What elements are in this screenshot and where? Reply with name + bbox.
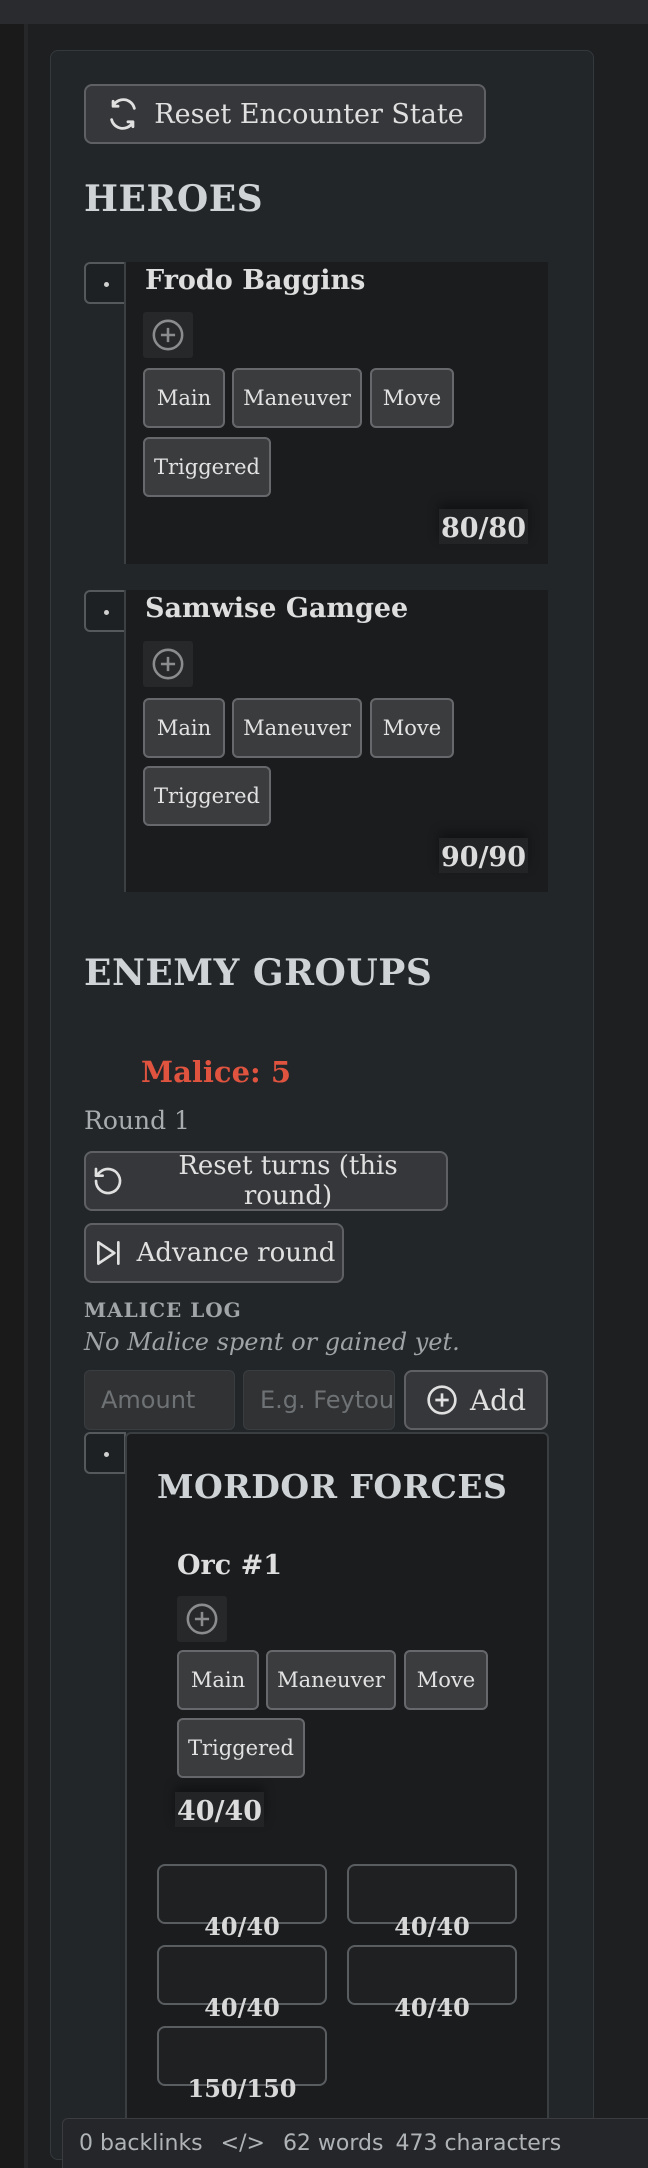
move-action-button[interactable]: Move: [370, 698, 454, 758]
maneuver-action-button[interactable]: Maneuver: [232, 698, 362, 758]
add-malice-label: Add: [469, 1383, 527, 1417]
creature-stamina: 40/40: [175, 1792, 265, 1827]
advance-round-button[interactable]: Advance round: [84, 1223, 344, 1283]
heroes-heading: HEROES: [84, 178, 264, 220]
minion-stamina: 150/150: [187, 2074, 297, 2103]
malice-log-empty: No Malice spent or gained yet.: [84, 1328, 460, 1356]
malice-counter: Malice: 5: [141, 1055, 292, 1089]
hero-name: Frodo Baggins: [145, 265, 366, 296]
minion-stamina: 40/40: [204, 1993, 280, 2022]
backlinks-count[interactable]: 0 backlinks: [79, 2131, 203, 2156]
malice-log-title: MALICE LOG: [84, 1298, 242, 1322]
hero-stamina: 90/90: [439, 838, 529, 873]
left-gutter: [24, 24, 28, 2168]
reset-encounter-label: Reset Encounter State: [154, 98, 464, 130]
add-condition-button[interactable]: [177, 1596, 227, 1642]
plus-circle-icon: [186, 1603, 218, 1635]
plus-circle-icon: [152, 319, 184, 351]
main-action-button[interactable]: Main: [143, 698, 225, 758]
move-action-button[interactable]: Move: [404, 1650, 488, 1710]
round-indicator: Round 1: [84, 1106, 190, 1135]
add-condition-button[interactable]: [143, 641, 193, 687]
add-condition-button[interactable]: [143, 312, 193, 358]
enemy-groups-heading: ENEMY GROUPS: [84, 952, 433, 994]
maneuver-action-button[interactable]: Maneuver: [232, 368, 362, 428]
triggered-action-button[interactable]: Triggered: [177, 1718, 305, 1778]
main-action-button[interactable]: Main: [143, 368, 225, 428]
move-action-button[interactable]: Move: [370, 368, 454, 428]
status-bar: 0 backlinks </> 62 words 473 characters: [62, 2118, 648, 2168]
malice-reason-input[interactable]: E.g. Feytouched: [243, 1370, 395, 1430]
plus-circle-icon: [427, 1385, 457, 1415]
add-malice-button[interactable]: Add: [404, 1370, 548, 1430]
left-sidebar-strip: [0, 24, 24, 2168]
main-action-button[interactable]: Main: [177, 1650, 259, 1710]
hero-name: Samwise Gamgee: [145, 593, 409, 624]
skip-forward-icon: [96, 1241, 120, 1265]
word-count: 62 words: [282, 2131, 384, 2156]
minion-stamina: 40/40: [394, 1993, 470, 2022]
minion-stamina: 40/40: [204, 1912, 280, 1941]
app-top-bar: [0, 0, 648, 24]
triggered-action-button[interactable]: Triggered: [143, 437, 271, 497]
creature-name: Orc #1: [177, 1550, 282, 1581]
malice-amount-input[interactable]: Amount: [84, 1370, 235, 1430]
hero-collapse-toggle[interactable]: [84, 590, 126, 632]
rotate-ccw-icon: [94, 1167, 122, 1195]
reset-turns-label: Reset turns (this round): [178, 1151, 398, 1211]
plus-circle-icon: [152, 648, 184, 680]
refresh-icon: [110, 98, 137, 130]
maneuver-action-button[interactable]: Maneuver: [266, 1650, 396, 1710]
character-count: 473 characters: [395, 2131, 562, 2156]
advance-round-label: Advance round: [136, 1238, 336, 1268]
group-title: MORDOR FORCES: [157, 1467, 508, 1506]
reset-encounter-button[interactable]: Reset Encounter State: [84, 84, 486, 144]
triggered-action-button[interactable]: Triggered: [143, 766, 271, 826]
code-icon[interactable]: </>: [215, 2131, 271, 2156]
hero-stamina: 80/80: [439, 509, 529, 544]
group-collapse-toggle[interactable]: [84, 1432, 126, 1474]
minion-stamina: 40/40: [394, 1912, 470, 1941]
reset-turns-button[interactable]: Reset turns (this round): [84, 1151, 448, 1211]
hero-collapse-toggle[interactable]: [84, 262, 126, 304]
